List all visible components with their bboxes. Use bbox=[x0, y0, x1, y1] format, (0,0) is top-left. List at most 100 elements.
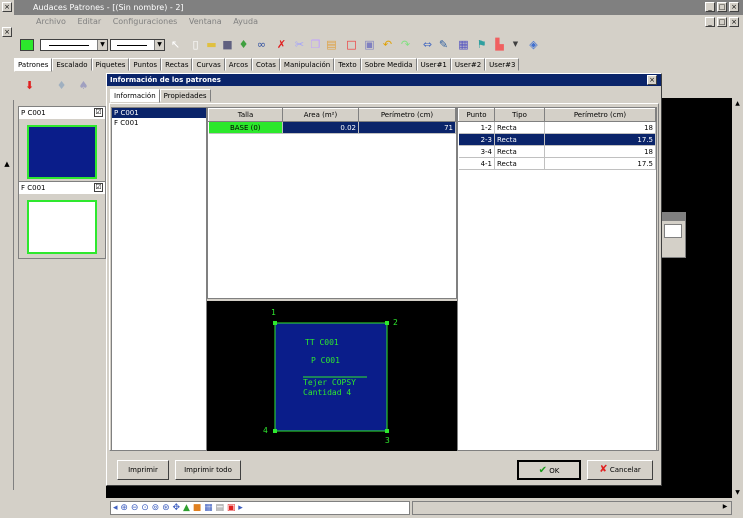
cancel-button[interactable]: ✘ Cancelar bbox=[587, 460, 653, 480]
copy-icon[interactable]: ❐ bbox=[308, 37, 323, 52]
tab-user3[interactable]: User#3 bbox=[485, 58, 520, 71]
arrow-up-icon[interactable]: ▲ bbox=[1, 160, 13, 170]
graph-icon[interactable]: ▙ bbox=[492, 37, 507, 52]
floating-mini-window[interactable] bbox=[660, 212, 686, 258]
table-row[interactable]: BASE (0) 0.02 71 bbox=[208, 121, 456, 134]
tab-arcos[interactable]: Arcos bbox=[224, 58, 253, 71]
tab-piquetes[interactable]: Piquetes bbox=[91, 58, 130, 71]
print-button[interactable]: Imprimir bbox=[117, 460, 169, 480]
arrow-up-icon[interactable]: ▲ bbox=[733, 100, 742, 107]
frame-icon[interactable]: □ bbox=[344, 37, 359, 52]
arrow-right-icon[interactable]: ▶ bbox=[720, 503, 730, 513]
new-file-icon[interactable]: ▯ bbox=[188, 37, 203, 52]
tab-informacion[interactable]: Información bbox=[110, 89, 160, 103]
arrow-down-icon[interactable]: ⬇ bbox=[22, 78, 37, 93]
zoom-out-icon[interactable]: ⊖ bbox=[131, 503, 139, 513]
tab-manipulacion[interactable]: Manipulación bbox=[279, 58, 335, 71]
pointer-icon[interactable]: ↖ bbox=[168, 37, 183, 52]
list-item[interactable]: F C001 bbox=[112, 118, 206, 128]
menu-archivo[interactable]: Archivo bbox=[36, 17, 66, 26]
perimeter-cell[interactable]: 71 bbox=[358, 121, 456, 134]
close-icon[interactable]: × bbox=[647, 75, 657, 85]
table-row[interactable]: 4-1 Recta 17.5 bbox=[458, 157, 656, 170]
flag-icon[interactable]: ⚑ bbox=[474, 37, 489, 52]
pants-icon[interactable]: ♠ bbox=[76, 78, 91, 93]
color-swatch-icon[interactable] bbox=[20, 39, 34, 51]
paste-icon[interactable]: ▤ bbox=[324, 37, 339, 52]
ruler-icon[interactable]: ▦ bbox=[456, 37, 471, 52]
chevron-down-icon[interactable]: ▼ bbox=[154, 40, 164, 50]
size-cell[interactable]: BASE (0) bbox=[208, 121, 283, 134]
area-cell[interactable]: 0.02 bbox=[282, 121, 359, 134]
chevron-down-icon[interactable]: ▼ bbox=[97, 40, 107, 50]
list-item[interactable]: P C001 bbox=[112, 108, 206, 118]
tab-sobre-medida[interactable]: Sobre Medida bbox=[360, 58, 417, 71]
layer-icon[interactable]: ▲ bbox=[183, 503, 190, 513]
zoom-previous-icon[interactable]: ⊛ bbox=[162, 503, 170, 513]
table-row[interactable]: 1-2 Recta 18 bbox=[458, 121, 656, 134]
help-icon[interactable]: ◈ bbox=[526, 37, 541, 52]
maximize-icon[interactable]: □ bbox=[717, 2, 727, 12]
app-close-box[interactable]: × bbox=[0, 0, 14, 15]
tab-propiedades[interactable]: Propiedades bbox=[159, 89, 211, 102]
horizontal-scrollbar[interactable]: ▶ bbox=[412, 501, 732, 515]
cut-icon[interactable]: ✂ bbox=[292, 37, 307, 52]
delete-icon[interactable]: ✗ bbox=[274, 37, 289, 52]
chevron-down-icon[interactable]: ▼ bbox=[508, 37, 523, 52]
left-scrollbar[interactable]: ▲ bbox=[0, 100, 14, 490]
ok-button[interactable]: ✔ OK bbox=[517, 460, 581, 480]
close-icon[interactable]: × bbox=[2, 2, 12, 12]
tab-puntos[interactable]: Puntos bbox=[129, 58, 162, 71]
table-row-selected[interactable]: 2-3 Recta 17.5 bbox=[458, 133, 656, 146]
undo-icon[interactable]: ↶ bbox=[380, 37, 395, 52]
table-row[interactable]: 3-4 Recta 18 bbox=[458, 145, 656, 158]
tshirt-icon[interactable]: ♦ bbox=[54, 78, 69, 93]
scroll-left-icon[interactable]: ◂ bbox=[113, 503, 118, 513]
canvas-vertical-scrollbar[interactable]: ▲ ▼ bbox=[732, 98, 743, 498]
pen-icon[interactable]: ✎ bbox=[436, 37, 451, 52]
close-icon[interactable]: × bbox=[729, 2, 739, 12]
minimize-icon[interactable]: _ bbox=[705, 2, 715, 12]
save-icon[interactable]: ■ bbox=[220, 37, 235, 52]
line-style-select[interactable]: ▼ bbox=[40, 39, 108, 51]
tab-rectas[interactable]: Rectas bbox=[161, 58, 193, 71]
grid-icon[interactable]: ▦ bbox=[204, 503, 213, 513]
pattern-thumbnail[interactable]: F C001 ☑ bbox=[18, 181, 106, 259]
tab-cotas[interactable]: Cotas bbox=[252, 58, 280, 71]
doc-close-box[interactable]: × bbox=[0, 24, 14, 40]
pan-icon[interactable]: ✥ bbox=[173, 503, 181, 513]
zoom-window-icon[interactable]: ⊙ bbox=[141, 503, 149, 513]
tab-texto[interactable]: Texto bbox=[334, 58, 361, 71]
thumbnail-checkbox[interactable]: ☑ bbox=[94, 108, 103, 117]
menu-ventana[interactable]: Ventana bbox=[189, 17, 222, 26]
tab-patrones[interactable]: Patrones bbox=[14, 58, 53, 72]
close-icon[interactable]: × bbox=[2, 27, 12, 37]
menu-editar[interactable]: Editar bbox=[77, 17, 101, 26]
tshirt-icon[interactable]: ♦ bbox=[236, 37, 251, 52]
print-icon[interactable]: ▣ bbox=[227, 503, 236, 513]
thumbnail-checkbox[interactable]: ☑ bbox=[94, 183, 103, 192]
redo-icon[interactable]: ↷ bbox=[398, 37, 413, 52]
zoom-all-icon[interactable]: ⊚ bbox=[152, 503, 160, 513]
zoom-in-icon[interactable]: ⊕ bbox=[120, 503, 128, 513]
tab-escalado[interactable]: Escalado bbox=[52, 58, 92, 71]
table-icon[interactable]: ▤ bbox=[216, 503, 225, 513]
close-icon[interactable]: × bbox=[729, 17, 739, 27]
tab-user1[interactable]: User#1 bbox=[416, 58, 451, 71]
scroll-right-icon[interactable]: ▸ bbox=[238, 503, 243, 513]
group-icon[interactable]: ▣ bbox=[362, 37, 377, 52]
color-icon[interactable]: ■ bbox=[193, 503, 202, 513]
tab-user2[interactable]: User#2 bbox=[450, 58, 486, 71]
resize-icon[interactable]: ⇔ bbox=[420, 37, 435, 52]
menu-ayuda[interactable]: Ayuda bbox=[233, 17, 258, 26]
binoculars-icon[interactable]: ∞ bbox=[254, 37, 269, 52]
print-all-button[interactable]: Imprimir todo bbox=[175, 460, 241, 480]
open-folder-icon[interactable]: ▬ bbox=[204, 37, 219, 52]
line-width-select[interactable]: ▼ bbox=[110, 39, 165, 51]
arrow-down-icon[interactable]: ▼ bbox=[733, 489, 742, 496]
menu-configuraciones[interactable]: Configuraciones bbox=[113, 17, 178, 26]
minimize-icon[interactable]: _ bbox=[705, 17, 715, 27]
tab-curvas[interactable]: Curvas bbox=[192, 58, 225, 71]
pattern-thumbnail[interactable]: P C001 ☑ bbox=[18, 106, 106, 184]
restore-icon[interactable]: □ bbox=[717, 17, 727, 27]
